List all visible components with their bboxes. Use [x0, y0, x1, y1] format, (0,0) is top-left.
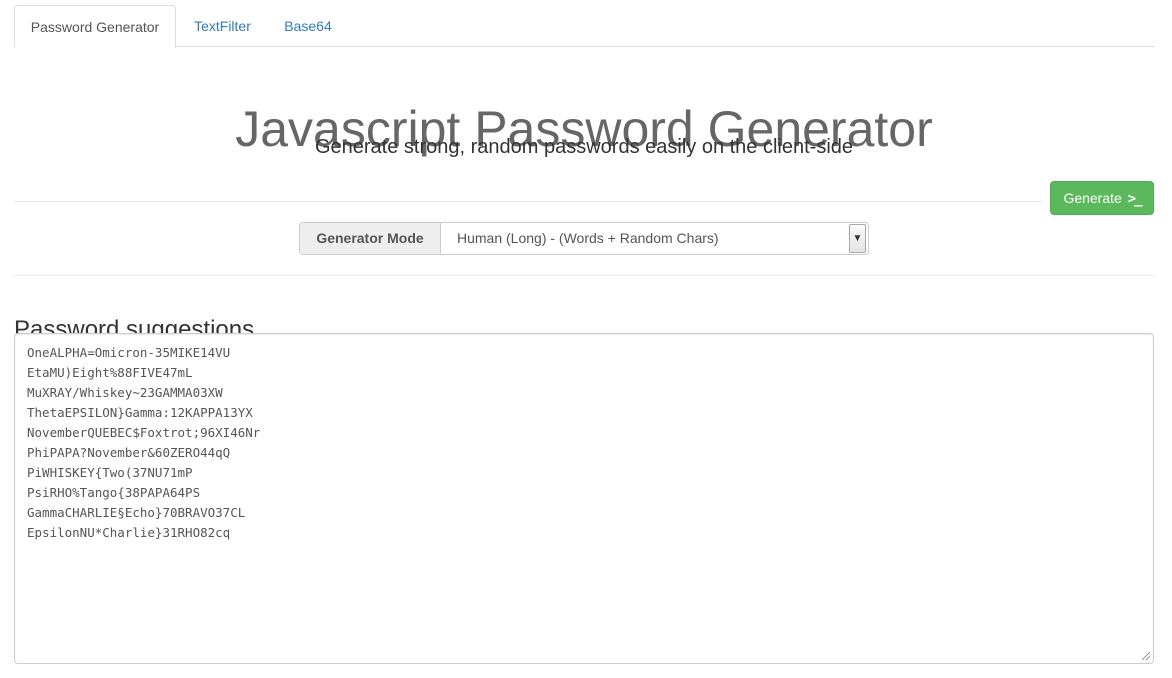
password-line: OneALPHA=Omicron-35MIKE14VU: [27, 345, 231, 360]
divider: [14, 275, 1154, 276]
nav-tabs: Password Generator TextFilter Base64: [14, 5, 1154, 48]
generate-button-label: Generate: [1063, 190, 1122, 206]
password-line: ThetaEPSILON}Gamma:12KAPPA13YX: [27, 405, 253, 420]
password-line: GammaCHARLIE§Echo}70BRAVO37CL: [27, 505, 246, 520]
generator-mode-select[interactable]: Human (Long) - (Words + Random Chars) ▼: [441, 223, 868, 254]
password-line: PhiPAPA?November&60ZERO44qQ: [27, 445, 231, 460]
password-line: MuXRAY/Whiskey~23GAMMA03XW: [27, 385, 223, 400]
generate-button[interactable]: Generate >_: [1050, 181, 1154, 215]
password-line: NovemberQUEBEC$Foxtrot;96XI46Nr: [27, 425, 261, 440]
terminal-icon: >_: [1127, 191, 1143, 207]
password-line: PsiRHO%Tango{38PAPA64PS: [27, 485, 201, 500]
divider: [14, 201, 1042, 202]
generator-mode-group: Generator Mode Human (Long) - (Words + R…: [299, 222, 869, 255]
password-line: EtaMU)Eight%88FIVE47mL: [27, 365, 193, 380]
tab-base64[interactable]: Base64: [270, 5, 346, 47]
generator-mode-value: Human (Long) - (Words + Random Chars): [457, 230, 719, 246]
resize-handle-icon[interactable]: [1142, 652, 1150, 660]
generator-mode-label: Generator Mode: [300, 223, 441, 254]
password-line: EpsilonNU*Charlie}31RHO82cq: [27, 525, 231, 540]
tab-textfilter[interactable]: TextFilter: [180, 5, 265, 47]
chevron-down-icon[interactable]: ▼: [849, 224, 866, 253]
tab-password-generator[interactable]: Password Generator: [14, 5, 176, 48]
password-suggestions-textarea[interactable]: OneALPHA=Omicron-35MIKE14VU EtaMU)Eight%…: [14, 333, 1154, 664]
page-subtitle: Generate strong, random passwords easily…: [314, 136, 854, 158]
password-line: PiWHISKEY{Two(37NU71mP: [27, 465, 193, 480]
